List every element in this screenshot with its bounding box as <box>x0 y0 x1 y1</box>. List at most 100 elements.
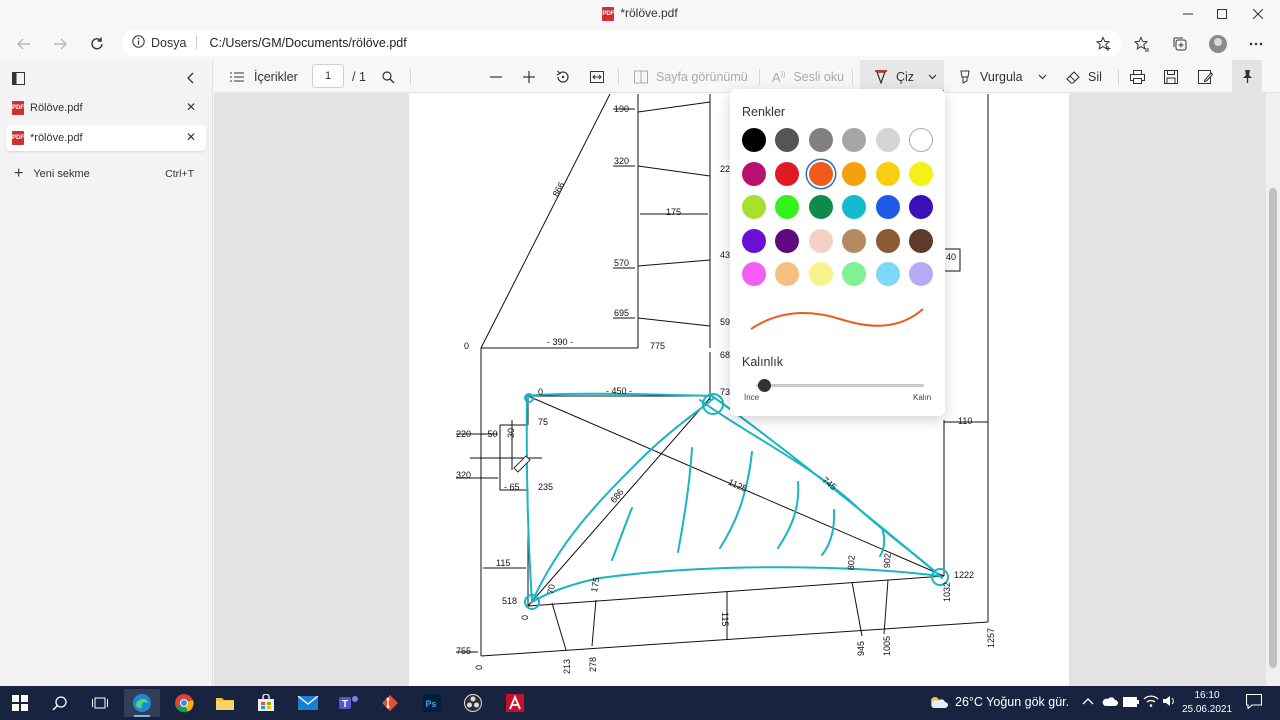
mail-icon[interactable] <box>290 689 326 717</box>
read-aloud-button[interactable]: A)) Sesli oku <box>772 66 844 88</box>
tab-rolove-1[interactable]: PDF Rölöve.pdf ✕ <box>6 95 206 121</box>
color-swatch[interactable] <box>875 128 900 152</box>
color-swatch[interactable] <box>775 195 800 219</box>
dim-label: - 65 <box>504 482 520 492</box>
pin-toolbar-icon[interactable] <box>1232 60 1262 92</box>
wifi-icon[interactable] <box>1143 695 1159 710</box>
zoom-out-icon[interactable] <box>490 66 502 88</box>
erase-button[interactable]: Sil <box>1066 66 1102 88</box>
color-swatch[interactable] <box>742 128 766 152</box>
print-icon[interactable] <box>1130 66 1145 88</box>
edge-icon[interactable] <box>124 689 160 717</box>
clock[interactable]: 16:10 25.06.2021 <box>1175 689 1239 717</box>
profile-avatar[interactable] <box>1204 30 1232 58</box>
thickness-slider-track[interactable] <box>756 384 924 387</box>
draw-button[interactable]: Çiz <box>874 66 914 88</box>
url-text[interactable]: C:/Users/GM/Documents/rölöve.pdf <box>209 36 406 50</box>
color-swatch[interactable] <box>742 262 766 286</box>
address-bar[interactable]: Dosya C:/Users/GM/Documents/rölöve.pdf <box>122 30 1122 56</box>
volume-icon[interactable] <box>1162 695 1176 710</box>
collapse-sidebar-icon[interactable] <box>186 72 194 87</box>
color-swatch[interactable] <box>808 228 833 253</box>
page-number-input[interactable]: 1 <box>312 64 344 88</box>
new-tab-shortcut: Ctrl+T <box>165 168 194 180</box>
color-swatch[interactable] <box>808 195 833 219</box>
search-icon[interactable] <box>42 689 78 717</box>
dim-label: 110 <box>958 416 972 426</box>
vertical-scrollbar[interactable] <box>1266 93 1280 686</box>
close-tab-icon[interactable]: ✕ <box>186 100 196 114</box>
color-swatch[interactable] <box>742 228 766 253</box>
color-swatch[interactable] <box>775 128 800 152</box>
autocad-icon[interactable] <box>497 689 533 717</box>
favorites-icon[interactable] <box>1128 30 1156 58</box>
forward-arrow-icon[interactable] <box>46 30 74 58</box>
color-swatch[interactable] <box>909 128 933 152</box>
color-swatch[interactable] <box>742 161 766 186</box>
page-view-button[interactable]: Sayfa görünümü <box>634 66 748 88</box>
color-swatch[interactable] <box>808 128 833 152</box>
rotate-icon[interactable] <box>556 66 570 88</box>
draw-options-chevron-icon[interactable] <box>928 66 937 88</box>
highlight-button[interactable]: Vurgula <box>958 66 1023 88</box>
color-swatch[interactable] <box>875 161 900 186</box>
color-swatch[interactable] <box>909 228 933 253</box>
pdf-file-icon: PDF <box>12 131 24 145</box>
color-swatch[interactable] <box>909 262 933 286</box>
color-swatch[interactable] <box>842 228 867 253</box>
color-swatch[interactable] <box>775 228 800 253</box>
file-explorer-icon[interactable] <box>207 689 243 717</box>
highlight-options-chevron-icon[interactable] <box>1038 66 1047 88</box>
weather-text[interactable]: 26°C Yoğun gök gür. <box>955 695 1069 709</box>
scrollbar-thumb[interactable] <box>1269 188 1277 668</box>
show-hidden-icons-icon[interactable] <box>1082 694 1094 708</box>
tab-rolove-2[interactable]: PDF *rölöve.pdf ✕ <box>6 125 206 151</box>
add-favorite-icon[interactable] <box>1090 30 1118 58</box>
color-swatch[interactable] <box>875 228 900 253</box>
new-tab-button[interactable]: + Yeni sekme Ctrl+T <box>6 163 206 185</box>
color-swatch[interactable] <box>875 262 900 286</box>
weather-icon[interactable] <box>928 695 948 712</box>
save-as-icon[interactable] <box>1198 66 1213 88</box>
color-swatch[interactable] <box>842 128 867 152</box>
start-icon[interactable] <box>2 689 38 717</box>
more-options-icon[interactable] <box>1242 30 1270 58</box>
thickness-slider-knob[interactable] <box>758 379 772 392</box>
color-swatch[interactable] <box>742 195 766 219</box>
avatar-icon <box>1209 35 1227 53</box>
collections-icon[interactable] <box>1166 30 1194 58</box>
notifications-icon[interactable] <box>1245 693 1263 712</box>
maximize-icon[interactable] <box>1204 0 1240 28</box>
minimize-icon[interactable] <box>1170 0 1206 28</box>
color-swatch[interactable] <box>842 161 867 186</box>
teams-icon[interactable]: T <box>331 689 367 717</box>
find-icon[interactable] <box>382 66 395 88</box>
zoom-in-icon[interactable] <box>523 66 535 88</box>
battery-icon[interactable] <box>1123 696 1139 710</box>
color-swatch[interactable] <box>775 262 800 286</box>
store-icon[interactable] <box>248 689 284 717</box>
git-icon[interactable] <box>372 689 408 717</box>
color-swatch[interactable] <box>775 161 800 186</box>
tab-actions-icon[interactable] <box>12 72 25 88</box>
refresh-icon[interactable] <box>83 30 111 58</box>
save-icon[interactable] <box>1164 66 1178 88</box>
color-swatch[interactable] <box>909 195 933 219</box>
back-arrow-icon[interactable] <box>10 30 38 58</box>
close-icon[interactable] <box>1240 0 1276 28</box>
color-swatch[interactable] <box>808 262 833 286</box>
color-swatch[interactable] <box>808 161 833 186</box>
photoshop-icon[interactable]: Ps <box>414 689 450 717</box>
close-tab-icon[interactable]: ✕ <box>186 130 196 144</box>
chrome-icon[interactable] <box>166 689 202 717</box>
task-view-icon[interactable] <box>82 689 118 717</box>
info-icon[interactable] <box>132 35 145 51</box>
fit-to-page-icon[interactable] <box>590 66 604 88</box>
obs-icon[interactable] <box>455 689 491 717</box>
color-swatch[interactable] <box>909 161 933 186</box>
cloud-icon[interactable] <box>1102 696 1118 710</box>
color-swatch[interactable] <box>875 195 900 219</box>
color-swatch[interactable] <box>842 195 867 219</box>
color-swatch[interactable] <box>842 262 867 286</box>
contents-button[interactable]: İçerikler <box>230 66 298 88</box>
